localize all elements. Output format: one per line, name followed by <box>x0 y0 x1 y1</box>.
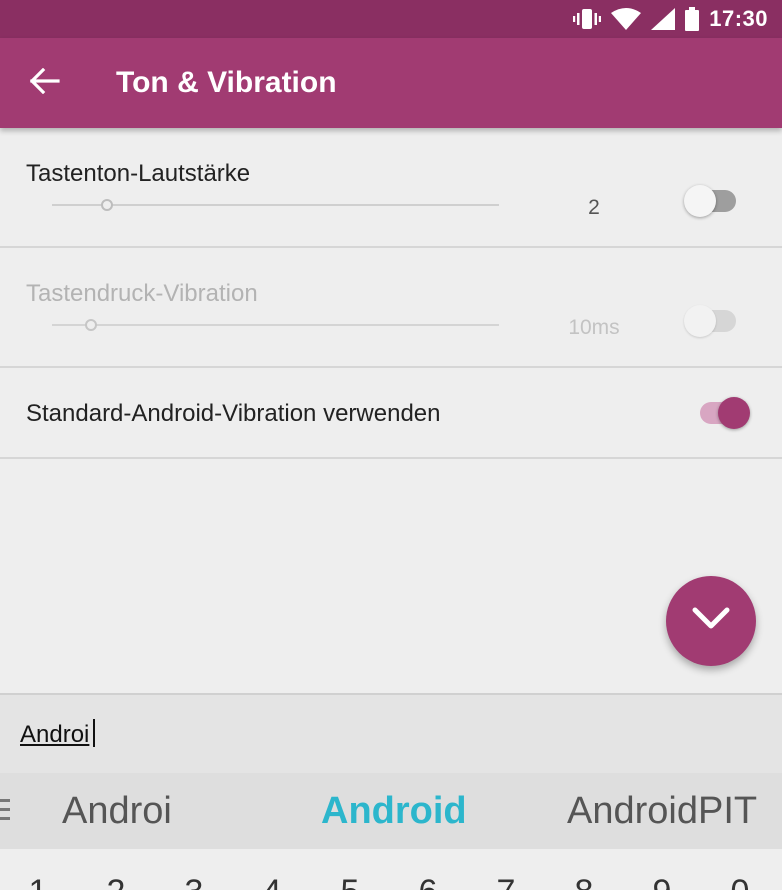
chevron-down-icon <box>691 606 731 637</box>
text-caret <box>93 719 95 747</box>
page-title: Ton & Vibration <box>116 66 337 99</box>
setting-keypress-volume: Tastenton-Lautstärke 2 <box>0 128 782 248</box>
key-0[interactable]: 0 <box>720 873 760 890</box>
keypress-volume-switch[interactable] <box>684 182 738 217</box>
setting-label: Tastendruck-Vibration <box>26 280 258 307</box>
back-button[interactable] <box>26 64 64 102</box>
wifi-icon <box>611 8 642 30</box>
keyboard-number-row: 1 2 3 4 5 6 7 8 9 0 <box>0 849 782 890</box>
setting-default-vibration[interactable]: Standard-Android-Vibration verwenden <box>0 368 782 459</box>
key-6[interactable]: 6 <box>408 873 448 890</box>
suggestion-item-primary[interactable]: Android <box>321 791 467 831</box>
status-icons: 17:30 <box>573 0 768 38</box>
keypress-vibration-value: 10ms <box>568 316 620 339</box>
status-bar: 17:30 <box>0 0 782 38</box>
keypress-vibration-switch[interactable] <box>684 302 738 337</box>
slider-track <box>52 324 499 326</box>
default-vibration-switch[interactable] <box>696 394 750 429</box>
key-2[interactable]: 2 <box>96 873 136 890</box>
key-7[interactable]: 7 <box>486 873 526 890</box>
setting-keypress-vibration: Tastendruck-Vibration 10ms <box>0 248 782 368</box>
key-1[interactable]: 1 <box>18 873 58 890</box>
vibrate-icon <box>573 7 602 31</box>
key-8[interactable]: 8 <box>564 873 604 890</box>
text-input-bar[interactable]: Androi <box>0 693 782 773</box>
slider-track <box>52 204 499 206</box>
signal-icon <box>651 8 676 30</box>
menu-icon[interactable] <box>0 799 10 826</box>
scroll-down-fab[interactable] <box>666 576 756 666</box>
slider-thumb[interactable] <box>101 199 113 211</box>
setting-label: Standard-Android-Vibration verwenden <box>26 400 441 427</box>
key-9[interactable]: 9 <box>642 873 682 890</box>
key-5[interactable]: 5 <box>330 873 370 890</box>
app-bar: Ton & Vibration <box>0 38 782 128</box>
key-3[interactable]: 3 <box>174 873 214 890</box>
slider-thumb[interactable] <box>85 319 97 331</box>
suggestion-strip: Androi Android AndroidPIT <box>0 773 782 849</box>
status-clock: 17:30 <box>709 6 768 31</box>
arrow-left-icon <box>29 67 60 99</box>
battery-icon <box>685 7 700 31</box>
setting-label: Tastenton-Lautstärke <box>26 160 251 187</box>
switch-thumb <box>684 185 716 217</box>
switch-thumb <box>684 305 716 337</box>
keypress-vibration-slider[interactable] <box>52 318 499 332</box>
keypress-volume-slider[interactable] <box>52 198 499 212</box>
keypress-volume-value: 2 <box>588 196 600 219</box>
suggestion-item[interactable]: AndroidPIT <box>567 791 757 831</box>
switch-thumb <box>718 397 750 429</box>
input-text[interactable]: Androi <box>20 721 89 749</box>
key-4[interactable]: 4 <box>252 873 292 890</box>
suggestion-item[interactable]: Androi <box>62 791 172 831</box>
